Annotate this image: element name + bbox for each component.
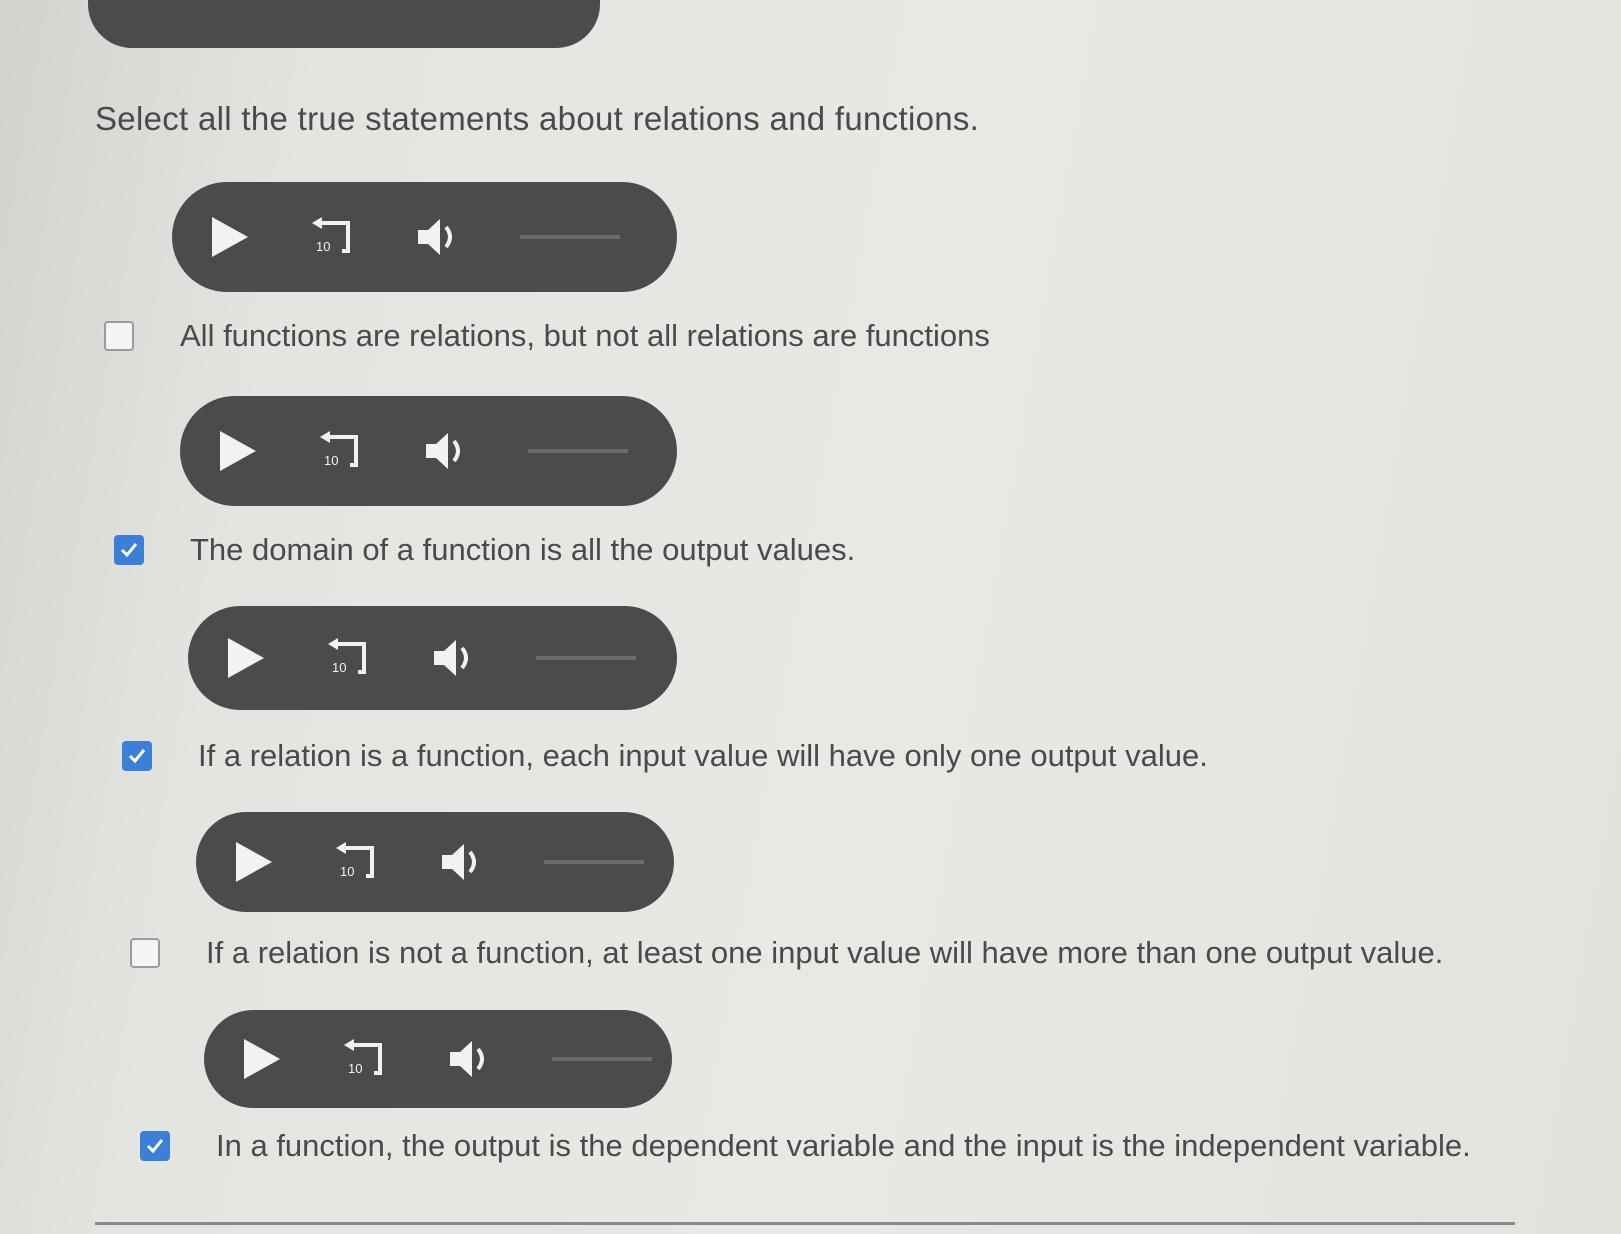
- option-3-label: If a relation is a function, each input …: [198, 738, 1208, 773]
- audio-player-option-1: 10: [172, 182, 677, 292]
- option-1-checkbox[interactable]: [104, 321, 134, 351]
- option-1-label: All functions are relations, but not all…: [180, 318, 990, 353]
- volume-icon[interactable]: [446, 1037, 496, 1081]
- option-4[interactable]: If a relation is not a function, at leas…: [130, 935, 1443, 971]
- rewind-10-icon[interactable]: 10: [324, 636, 372, 680]
- play-icon[interactable]: [240, 1037, 284, 1081]
- option-2-checkbox[interactable]: [114, 535, 144, 565]
- progress-track[interactable]: [536, 656, 636, 660]
- volume-icon[interactable]: [422, 429, 472, 473]
- audio-player-option-4: 10: [196, 812, 674, 912]
- rewind-10-icon[interactable]: 10: [340, 1037, 388, 1081]
- play-icon[interactable]: [216, 429, 260, 473]
- option-5[interactable]: In a function, the output is the depende…: [140, 1128, 1471, 1164]
- checkmark-icon: [146, 1139, 164, 1154]
- svg-text:10: 10: [316, 239, 330, 254]
- rewind-10-icon[interactable]: 10: [332, 840, 380, 884]
- checkmark-icon: [128, 749, 146, 764]
- play-icon[interactable]: [208, 215, 252, 259]
- rewind-10-icon[interactable]: 10: [316, 429, 364, 473]
- volume-icon[interactable]: [438, 840, 488, 884]
- divider: [95, 1222, 1515, 1225]
- volume-icon[interactable]: [430, 636, 480, 680]
- option-5-checkbox[interactable]: [140, 1131, 170, 1161]
- audio-player-option-2: 10: [180, 396, 677, 506]
- audio-player-option-5: 10: [204, 1010, 672, 1108]
- progress-track[interactable]: [528, 449, 628, 453]
- rewind-10-icon[interactable]: 10: [308, 215, 356, 259]
- progress-track[interactable]: [544, 860, 644, 864]
- svg-text:10: 10: [324, 453, 338, 468]
- option-2-label: The domain of a function is all the outp…: [190, 532, 856, 567]
- volume-icon[interactable]: [414, 215, 464, 259]
- progress-track[interactable]: [520, 235, 620, 239]
- option-4-checkbox[interactable]: [130, 938, 160, 968]
- question-prompt: Select all the true statements about rel…: [95, 100, 980, 137]
- checkmark-icon: [120, 543, 138, 558]
- option-5-label: In a function, the output is the depende…: [216, 1128, 1471, 1163]
- svg-text:10: 10: [340, 864, 354, 879]
- option-1[interactable]: All functions are relations, but not all…: [104, 318, 990, 354]
- audio-player-option-3: 10: [188, 606, 677, 710]
- svg-text:10: 10: [332, 660, 346, 675]
- option-4-label: If a relation is not a function, at leas…: [206, 935, 1444, 970]
- play-icon[interactable]: [232, 840, 276, 884]
- progress-track[interactable]: [552, 1057, 652, 1061]
- option-3[interactable]: If a relation is a function, each input …: [122, 738, 1208, 774]
- play-icon[interactable]: [224, 636, 268, 680]
- svg-text:10: 10: [348, 1061, 362, 1076]
- option-3-checkbox[interactable]: [122, 741, 152, 771]
- audio-player-prompt[interactable]: [88, 0, 600, 48]
- option-2[interactable]: The domain of a function is all the outp…: [114, 532, 855, 568]
